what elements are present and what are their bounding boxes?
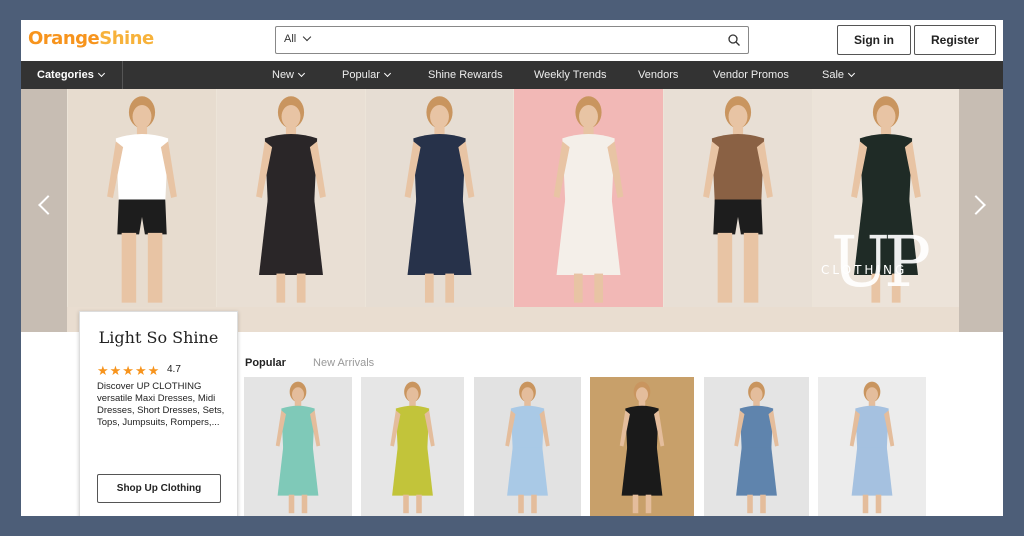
vendor-name: Light So Shine (98, 328, 219, 347)
search-category-label: All (284, 33, 297, 45)
categories-menu[interactable]: Categories (21, 61, 123, 89)
banner-panel (68, 89, 216, 307)
model-figure (505, 381, 550, 514)
product-card[interactable] (818, 377, 926, 516)
banner-panel (366, 89, 513, 307)
nav-item-weekly-trends[interactable]: Weekly Trends (534, 61, 607, 89)
nav-item-label: Shine Rewards (428, 69, 503, 81)
product-card[interactable] (474, 377, 581, 516)
model-figure (734, 381, 779, 514)
nav-item-popular[interactable]: Popular (342, 61, 391, 89)
search-icon[interactable] (728, 34, 740, 46)
model-figure (275, 381, 321, 514)
nav-item-label: Vendors (638, 69, 679, 81)
orangeshine-logo[interactable]: OrangeShine (28, 28, 154, 49)
shop-vendor-button[interactable]: Shop Up Clothing (97, 474, 221, 503)
brand-big-text: UP (831, 221, 931, 303)
nav-item-vendors[interactable]: Vendors (638, 61, 678, 89)
product-card[interactable] (704, 377, 809, 516)
rating-value: 4.7 (167, 364, 181, 375)
search-category-select[interactable]: All (284, 32, 312, 45)
vendor-description: Discover UP CLOTHING versatile Maxi Dres… (97, 381, 225, 428)
logo-shine-text: Shine (99, 28, 154, 49)
register-button[interactable]: Register (914, 25, 996, 55)
search-input[interactable] (326, 30, 716, 50)
tab-popular[interactable]: Popular (245, 357, 286, 369)
nav-item-label: Weekly Trends (534, 69, 607, 81)
search-bar: All (275, 26, 749, 54)
chevron-down-icon (302, 32, 312, 42)
banner-panel (664, 89, 812, 307)
chevron-down-icon (297, 69, 306, 77)
tab-new-arrivals[interactable]: New Arrivals (313, 357, 374, 369)
nav-item-vendor-promos[interactable]: Vendor Promos (713, 61, 789, 89)
banner-panel (514, 89, 663, 307)
model-figure (256, 96, 326, 303)
browser-frame: OrangeShine All Sign in Register Categor… (21, 20, 1003, 516)
model-figure (703, 96, 773, 303)
sign-in-button[interactable]: Sign in (837, 25, 911, 55)
nav-item-shine-rewards[interactable]: Shine Rewards (428, 61, 503, 89)
product-card[interactable] (590, 377, 694, 516)
nav-item-label: Sale (822, 69, 845, 81)
nav-item-sale[interactable]: Sale (822, 61, 856, 89)
nav-item-label: Vendor Promos (713, 69, 789, 81)
chevron-down-icon (97, 69, 105, 77)
vendor-card: Light So Shine ★★★★★ 4.7 Discover UP CLO… (79, 311, 238, 516)
site-header: OrangeShine All Sign in Register (21, 20, 1003, 61)
chevron-down-icon (847, 69, 856, 77)
model-figure (107, 96, 177, 303)
nav-item-new[interactable]: New (272, 61, 306, 89)
model-figure (619, 381, 665, 514)
main-nav: Categories New Popular Shine Rewards Wee… (21, 61, 1003, 89)
hero-banner[interactable]: UP CLOTHING (21, 89, 1003, 332)
model-figure (404, 96, 475, 303)
model-figure (553, 96, 624, 303)
product-card[interactable] (244, 377, 352, 516)
nav-item-label: New (272, 69, 295, 81)
model-figure (849, 381, 895, 514)
nav-item-label: Popular (342, 69, 380, 81)
banner-next-slide-edge (959, 89, 1003, 332)
model-figure (390, 381, 435, 514)
banner-panel (217, 89, 365, 307)
star-rating-icon: ★★★★★ (97, 363, 161, 378)
product-tabs: Popular New Arrivals (245, 357, 398, 369)
brand-overlay: UP CLOTHING (819, 227, 945, 307)
logo-orange-text: Orange (28, 28, 100, 49)
categories-label: Categories (37, 69, 94, 81)
brand-small-text: CLOTHING (821, 263, 908, 277)
product-card[interactable] (361, 377, 464, 516)
chevron-down-icon (383, 69, 391, 77)
